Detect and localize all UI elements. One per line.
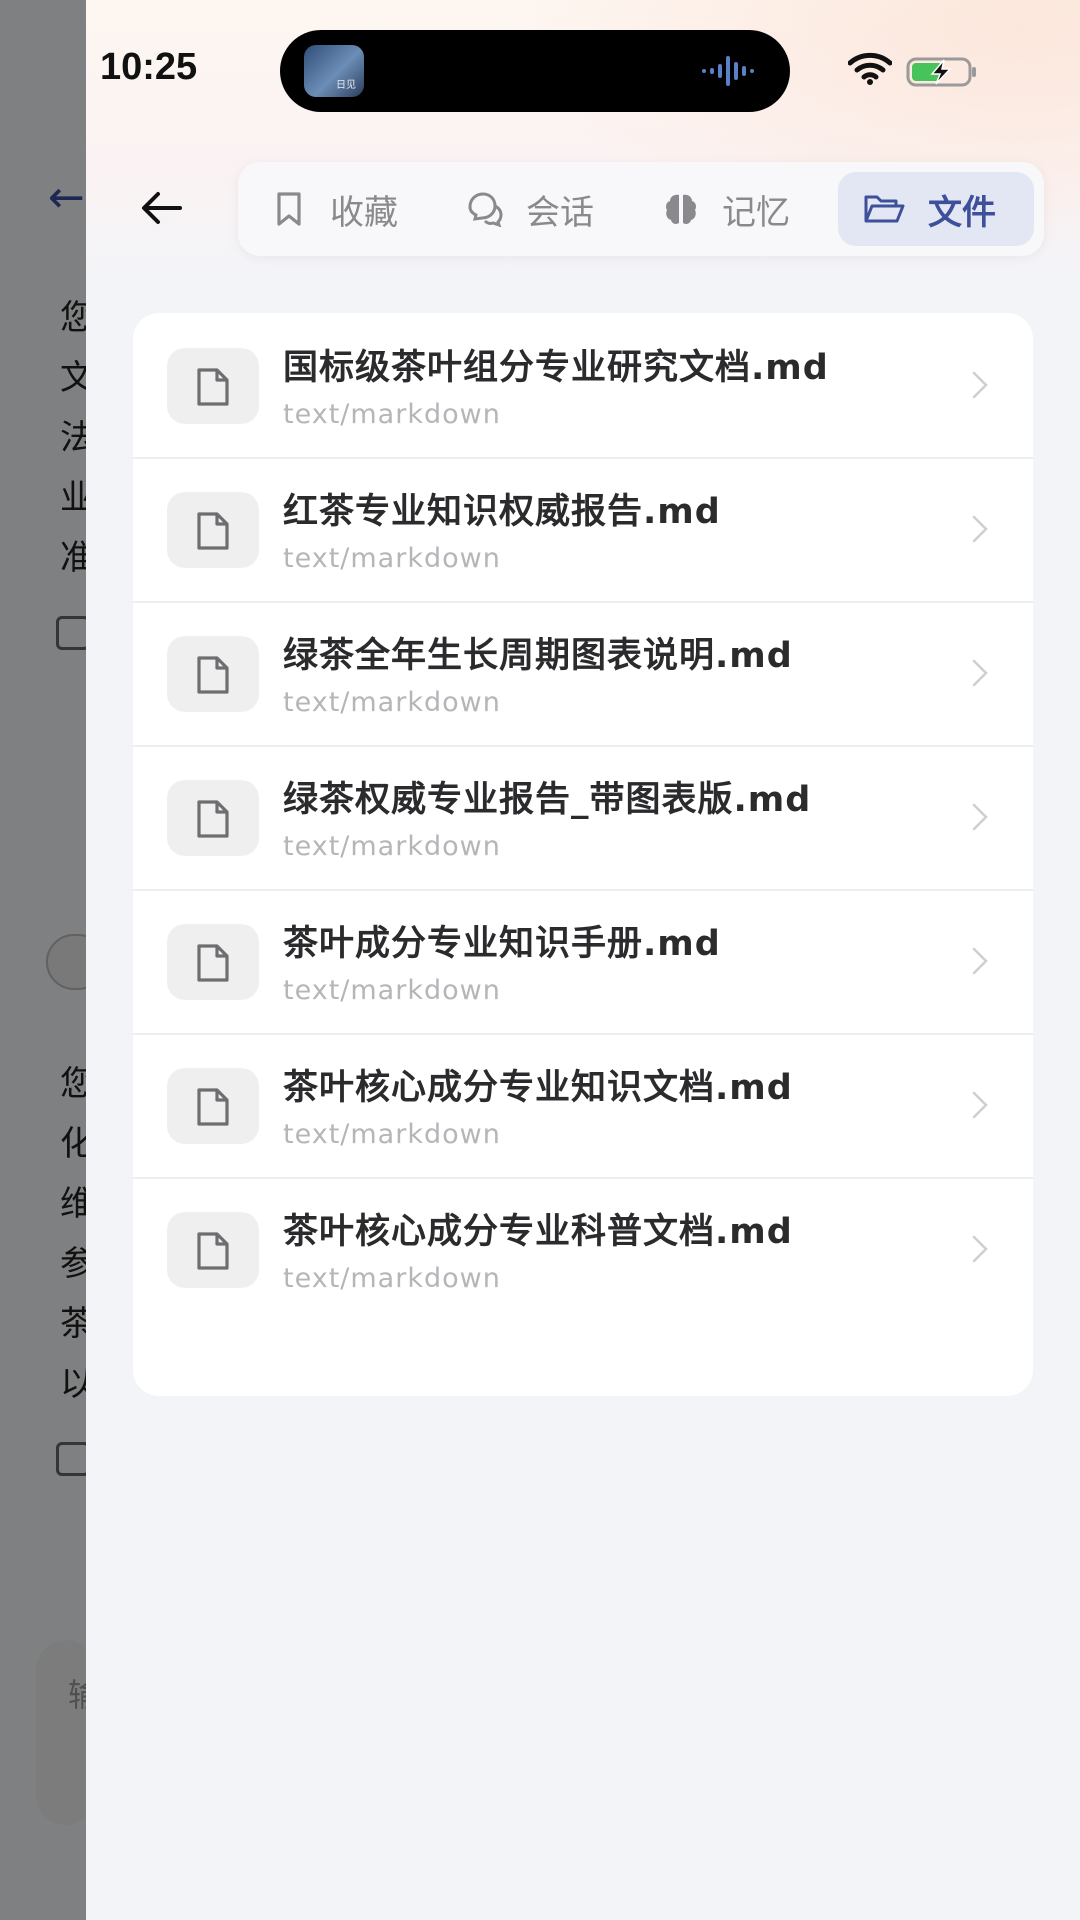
file-name: 茶叶成分专业知识手册.md bbox=[283, 924, 721, 964]
chevron-right-icon bbox=[972, 1235, 988, 1263]
chevron-right-icon bbox=[972, 947, 988, 975]
file-name: 茶叶核心成分专业科普文档.md bbox=[283, 1212, 793, 1252]
file-type: text/markdown bbox=[283, 687, 501, 718]
divider bbox=[133, 745, 1033, 747]
tab-label: 收藏 bbox=[330, 192, 398, 233]
chevron-right-icon bbox=[972, 803, 988, 831]
file-type: text/markdown bbox=[283, 1263, 501, 1294]
file-type: text/markdown bbox=[283, 1119, 501, 1150]
drawer-tab-bar: 收藏 会话 记忆 文件 bbox=[238, 162, 1044, 256]
thumbnail-label: 日见 bbox=[336, 80, 356, 91]
divider bbox=[133, 889, 1033, 891]
folder-open-icon bbox=[864, 195, 905, 223]
dynamic-island[interactable]: 日见 bbox=[280, 30, 790, 112]
file-icon bbox=[167, 1068, 259, 1144]
file-icon bbox=[167, 780, 259, 856]
file-icon bbox=[167, 636, 259, 712]
tab-conversations[interactable]: 会话 bbox=[442, 172, 634, 246]
chevron-right-icon bbox=[972, 659, 988, 687]
chevron-right-icon bbox=[972, 515, 988, 543]
file-icon bbox=[167, 348, 259, 424]
list-item[interactable]: 绿茶全年生长周期图表说明.md text/markdown bbox=[133, 601, 1033, 745]
list-item[interactable]: 茶叶核心成分专业知识文档.md text/markdown bbox=[133, 1033, 1033, 1177]
chevron-right-icon bbox=[972, 371, 988, 399]
file-list: 国标级茶叶组分专业研究文档.md text/markdown 红茶专业知识权威报… bbox=[133, 313, 1033, 1396]
divider bbox=[133, 601, 1033, 603]
list-item[interactable]: 茶叶成分专业知识手册.md text/markdown bbox=[133, 889, 1033, 1033]
chevron-right-icon bbox=[972, 1091, 988, 1119]
divider bbox=[133, 1033, 1033, 1035]
file-name: 国标级茶叶组分专业研究文档.md bbox=[283, 348, 829, 388]
file-name: 红茶专业知识权威报告.md bbox=[283, 492, 721, 532]
wifi-icon bbox=[848, 52, 892, 85]
divider bbox=[133, 1177, 1033, 1179]
file-name: 绿茶全年生长周期图表说明.md bbox=[283, 636, 793, 676]
tab-memory[interactable]: 记忆 bbox=[638, 172, 828, 246]
bookmark-icon bbox=[277, 192, 301, 226]
chat-bubbles-icon bbox=[468, 192, 503, 228]
file-icon bbox=[167, 924, 259, 1000]
file-icon bbox=[167, 492, 259, 568]
tab-label: 会话 bbox=[526, 192, 594, 233]
now-playing-thumbnail: 日见 bbox=[304, 45, 364, 97]
tab-favorites[interactable]: 收藏 bbox=[246, 172, 436, 246]
status-time: 10:25 bbox=[100, 46, 198, 88]
divider bbox=[133, 457, 1033, 459]
file-icon bbox=[167, 1212, 259, 1288]
back-arrow-icon[interactable] bbox=[136, 182, 188, 234]
tab-label: 记忆 bbox=[722, 192, 790, 233]
brain-icon bbox=[666, 194, 696, 224]
list-item[interactable]: 红茶专业知识权威报告.md text/markdown bbox=[133, 457, 1033, 601]
file-name: 茶叶核心成分专业知识文档.md bbox=[283, 1068, 793, 1108]
battery-charging-icon bbox=[906, 57, 976, 87]
list-item[interactable]: 国标级茶叶组分专业研究文档.md text/markdown bbox=[133, 313, 1033, 457]
file-type: text/markdown bbox=[283, 399, 501, 430]
file-type: text/markdown bbox=[283, 831, 501, 862]
list-item[interactable]: 茶叶核心成分专业科普文档.md text/markdown bbox=[133, 1177, 1033, 1321]
audio-waveform-icon bbox=[702, 56, 754, 86]
tab-files[interactable]: 文件 bbox=[838, 172, 1034, 246]
tab-label: 文件 bbox=[928, 192, 996, 233]
file-type: text/markdown bbox=[283, 543, 501, 574]
file-name: 绿茶权威专业报告_带图表版.md bbox=[283, 780, 812, 820]
list-item[interactable]: 绿茶权威专业报告_带图表版.md text/markdown bbox=[133, 745, 1033, 889]
file-type: text/markdown bbox=[283, 975, 501, 1006]
